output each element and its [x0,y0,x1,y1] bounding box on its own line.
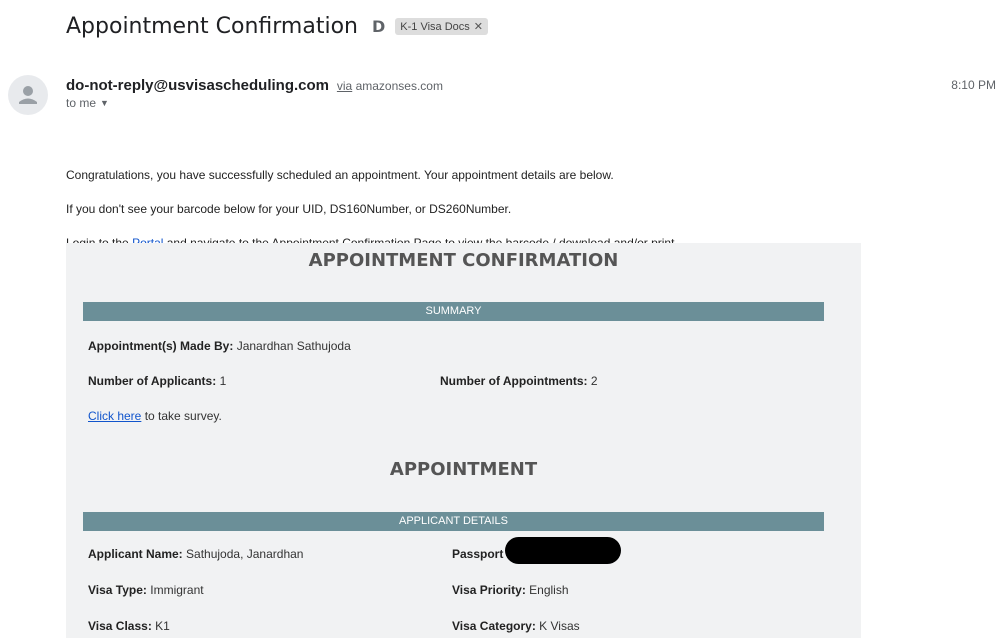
to-me-text: to me [66,96,97,110]
importance-marker-icon[interactable]: 𝗗 [372,17,385,37]
visa-category-field: Visa Category: K Visas [452,619,580,633]
applicant-name-label: Applicant Name: [88,547,183,561]
survey-line: Click here to take survey. [88,409,222,423]
visa-category-label: Visa Category: [452,619,536,633]
summary-bar: SUMMARY [83,302,824,321]
redaction-mark [505,537,621,564]
person-icon [19,86,37,104]
chevron-down-icon[interactable]: ▼ [100,98,109,108]
via-link[interactable]: via [337,79,352,93]
num-applicants-value: 1 [219,374,227,388]
num-applicants-field: Number of Applicants: 1 [88,374,226,388]
made-by-field: Appointment(s) Made By: Janardhan Sathuj… [88,339,351,353]
applicant-name-field: Applicant Name: Sathujoda, Janardhan [88,547,303,561]
visa-class-label: Visa Class: [88,619,152,633]
survey-link[interactable]: Click here [88,409,141,423]
applicant-name-value: Sathujoda, Janardhan [186,547,304,561]
sender-email[interactable]: do-not-reply@usvisascheduling.com [66,77,329,94]
visa-category-value: K Visas [539,619,580,633]
survey-suffix: to take survey. [141,409,222,423]
via-text: via amazonses.com [337,79,443,93]
subject-row: Appointment Confirmation 𝗗 K-1 Visa Docs… [66,14,488,39]
visa-type-label: Visa Type: [88,583,147,597]
label-chip[interactable]: K-1 Visa Docs ✕ [395,18,488,35]
visa-priority-label: Visa Priority: [452,583,526,597]
sender-row: do-not-reply@usvisascheduling.com via am… [66,77,443,94]
appointment-heading: APPOINTMENT [389,459,538,480]
body-line-2: If you don't see your barcode below for … [66,202,512,216]
body-line-1: Congratulations, you have successfully s… [66,168,614,182]
email-time: 8:10 PM [951,78,996,92]
label-chip-text: K-1 Visa Docs [400,20,470,33]
visa-type-value: Immigrant [150,583,204,597]
num-appointments-value: 2 [590,374,598,388]
made-by-value: Janardhan Sathujoda [236,339,351,353]
applicant-details-bar: APPLICANT DETAILS [83,512,824,531]
remove-label-icon[interactable]: ✕ [474,20,483,33]
sender-avatar[interactable] [8,75,48,115]
num-applicants-label: Number of Applicants: [88,374,217,388]
via-domain: amazonses.com [355,79,443,93]
visa-type-field: Visa Type: Immigrant [88,583,204,597]
visa-priority-field: Visa Priority: English [452,583,569,597]
email-subject: Appointment Confirmation [66,14,358,39]
visa-priority-value: English [529,583,569,597]
num-appointments-field: Number of Appointments: 2 [440,374,598,388]
num-appointments-label: Number of Appointments: [440,374,588,388]
visa-class-value: K1 [155,619,170,633]
made-by-label: Appointment(s) Made By: [88,339,234,353]
recipient-details[interactable]: to me ▼ [66,96,109,110]
visa-class-field: Visa Class: K1 [88,619,170,633]
confirmation-card: APPOINTMENT CONFIRMATION SUMMARY Appoint… [66,243,861,638]
card-title: APPOINTMENT CONFIRMATION [308,250,619,271]
